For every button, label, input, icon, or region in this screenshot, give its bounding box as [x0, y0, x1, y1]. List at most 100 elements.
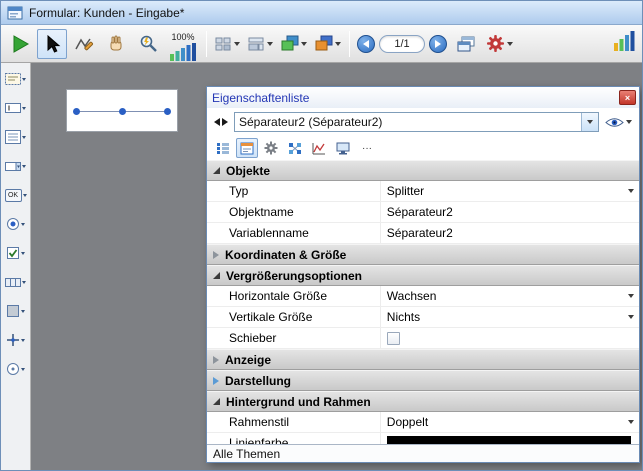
chevron-down-icon[interactable]	[301, 42, 307, 46]
next-page-button[interactable]	[429, 35, 447, 53]
windows-button[interactable]	[451, 29, 481, 59]
property-value-typ[interactable]: Splitter	[380, 181, 639, 201]
visibility-button[interactable]	[603, 116, 634, 129]
splitter-handle[interactable]	[73, 108, 80, 115]
close-button[interactable]: ×	[619, 90, 636, 105]
palette-item-buttonbar[interactable]	[2, 272, 30, 292]
palette-item-label[interactable]	[2, 69, 30, 89]
prev-page-button[interactable]	[357, 35, 375, 53]
section-header-darstellung[interactable]: Darstellung	[207, 370, 639, 391]
layout-tools-button[interactable]	[245, 29, 276, 59]
palette-item-radiobutton[interactable]	[2, 214, 30, 234]
page-indicator[interactable]: 1/1	[379, 35, 425, 53]
select-tool-button[interactable]	[37, 29, 67, 59]
cursor-arrow-icon	[43, 35, 61, 53]
chevron-down-icon[interactable]	[628, 315, 634, 319]
text-label-icon	[5, 72, 21, 86]
tab-settings[interactable]	[260, 138, 282, 158]
nodes-tab-icon	[288, 142, 302, 155]
settings-button[interactable]	[483, 29, 516, 59]
property-value-rahmenstil[interactable]: Doppelt	[380, 412, 639, 432]
cascade-green-blue-icon	[281, 35, 299, 52]
magnifier-icon	[139, 34, 158, 53]
dropdown-arrow-icon[interactable]	[21, 339, 25, 342]
prev-object-button[interactable]	[214, 118, 220, 126]
dropdown-arrow-icon[interactable]	[21, 223, 25, 226]
properties-panel: Eigenschaftenliste × Séparateur2 (Sépara…	[206, 86, 640, 463]
splitter-object[interactable]	[75, 111, 169, 112]
cascade-windows-icon	[456, 35, 476, 53]
section-header-anzeige[interactable]: Anzeige	[207, 349, 639, 370]
palette-item-checkbox[interactable]	[2, 243, 30, 263]
next-object-button[interactable]	[222, 118, 228, 126]
line-color-swatch[interactable]	[387, 436, 631, 445]
zoom-level-control[interactable]: 100%	[165, 27, 201, 61]
tab-chart[interactable]	[308, 138, 330, 158]
gear-icon	[486, 34, 505, 53]
panel-title-bar[interactable]: Eigenschaftenliste ×	[207, 87, 639, 108]
dropdown-arrow-icon[interactable]	[21, 310, 25, 313]
dropdown-arrow-icon[interactable]	[21, 368, 25, 371]
section-header-hintergrund[interactable]: Hintergrund und Rahmen	[207, 391, 639, 412]
alignment-tools-button[interactable]	[212, 29, 243, 59]
property-value-horizontale-groesse[interactable]: Wachsen	[380, 286, 639, 306]
chevron-down-icon[interactable]	[335, 42, 341, 46]
chevron-down-icon[interactable]	[507, 42, 513, 46]
dropdown-arrow-icon[interactable]	[22, 78, 26, 81]
property-value-objektname[interactable]: Séparateur2	[380, 202, 639, 222]
pan-tool-button[interactable]	[101, 29, 131, 59]
tab-display[interactable]	[332, 138, 354, 158]
section-header-vergroesserung[interactable]: Vergrößerungsoptionen	[207, 265, 639, 286]
splitter-handle[interactable]	[119, 108, 126, 115]
property-value-variablenname[interactable]: Séparateur2	[380, 223, 639, 243]
chevron-down-icon[interactable]	[581, 113, 598, 131]
object-selector-combobox[interactable]: Séparateur2 (Séparateur2)	[234, 112, 599, 132]
splitter-handle[interactable]	[164, 108, 171, 115]
dropdown-arrow-icon[interactable]	[22, 281, 26, 284]
form-preview[interactable]	[66, 89, 178, 132]
draw-line-tool-button[interactable]	[69, 29, 99, 59]
collapse-icon	[213, 398, 220, 405]
chart-bars-button[interactable]	[613, 30, 637, 57]
tab-property-list[interactable]	[212, 138, 234, 158]
tab-layout[interactable]	[236, 138, 258, 158]
dropdown-arrow-icon[interactable]	[23, 194, 27, 197]
play-icon	[10, 34, 30, 54]
chevron-down-icon[interactable]	[628, 294, 634, 298]
palette-item-ellipse[interactable]	[2, 359, 30, 379]
color-scheme-button[interactable]	[312, 29, 344, 59]
palette-item-splitter[interactable]	[2, 330, 30, 350]
property-grid: Objekte Typ Splitter Objektname Séparate…	[207, 160, 639, 444]
chevron-down-icon[interactable]	[234, 42, 240, 46]
zoom-tool-button[interactable]	[133, 29, 163, 59]
dropdown-arrow-icon[interactable]	[22, 107, 26, 110]
palette-item-panel[interactable]	[2, 301, 30, 321]
dropdown-arrow-icon[interactable]	[22, 136, 26, 139]
properties-tabs: ···	[207, 136, 639, 160]
property-label: Typ	[207, 181, 380, 201]
arrow-right-icon	[435, 40, 441, 48]
palette-item-textfield[interactable]	[2, 98, 30, 118]
chevron-down-icon[interactable]	[267, 42, 273, 46]
chevron-down-icon[interactable]	[626, 120, 632, 124]
schieber-checkbox[interactable]	[387, 332, 400, 345]
palette-item-listbox[interactable]	[2, 127, 30, 147]
palette-item-ok-button[interactable]: OK	[2, 185, 30, 205]
palette-item-combobox[interactable]	[2, 156, 30, 176]
section-header-objekte[interactable]: Objekte	[207, 160, 639, 181]
section-label: Vergrößerungsoptionen	[226, 269, 362, 283]
chevron-down-icon[interactable]	[628, 189, 634, 193]
themes-selector[interactable]: Alle Themen	[207, 444, 639, 462]
run-button[interactable]	[5, 29, 35, 59]
chevron-down-icon[interactable]	[628, 420, 634, 424]
text-field-icon	[5, 101, 21, 115]
tab-more[interactable]: ···	[356, 138, 378, 158]
arrange-objects-button[interactable]	[278, 29, 310, 59]
tab-relations[interactable]	[284, 138, 306, 158]
section-header-koordinaten[interactable]: Koordinaten & Größe	[207, 244, 639, 265]
property-value-vertikale-groesse[interactable]: Nichts	[380, 307, 639, 327]
title-bar[interactable]: Formular: Kunden - Eingabe*	[1, 1, 642, 25]
dropdown-arrow-icon[interactable]	[22, 165, 26, 168]
property-value-schieber	[380, 328, 639, 348]
dropdown-arrow-icon[interactable]	[21, 252, 25, 255]
